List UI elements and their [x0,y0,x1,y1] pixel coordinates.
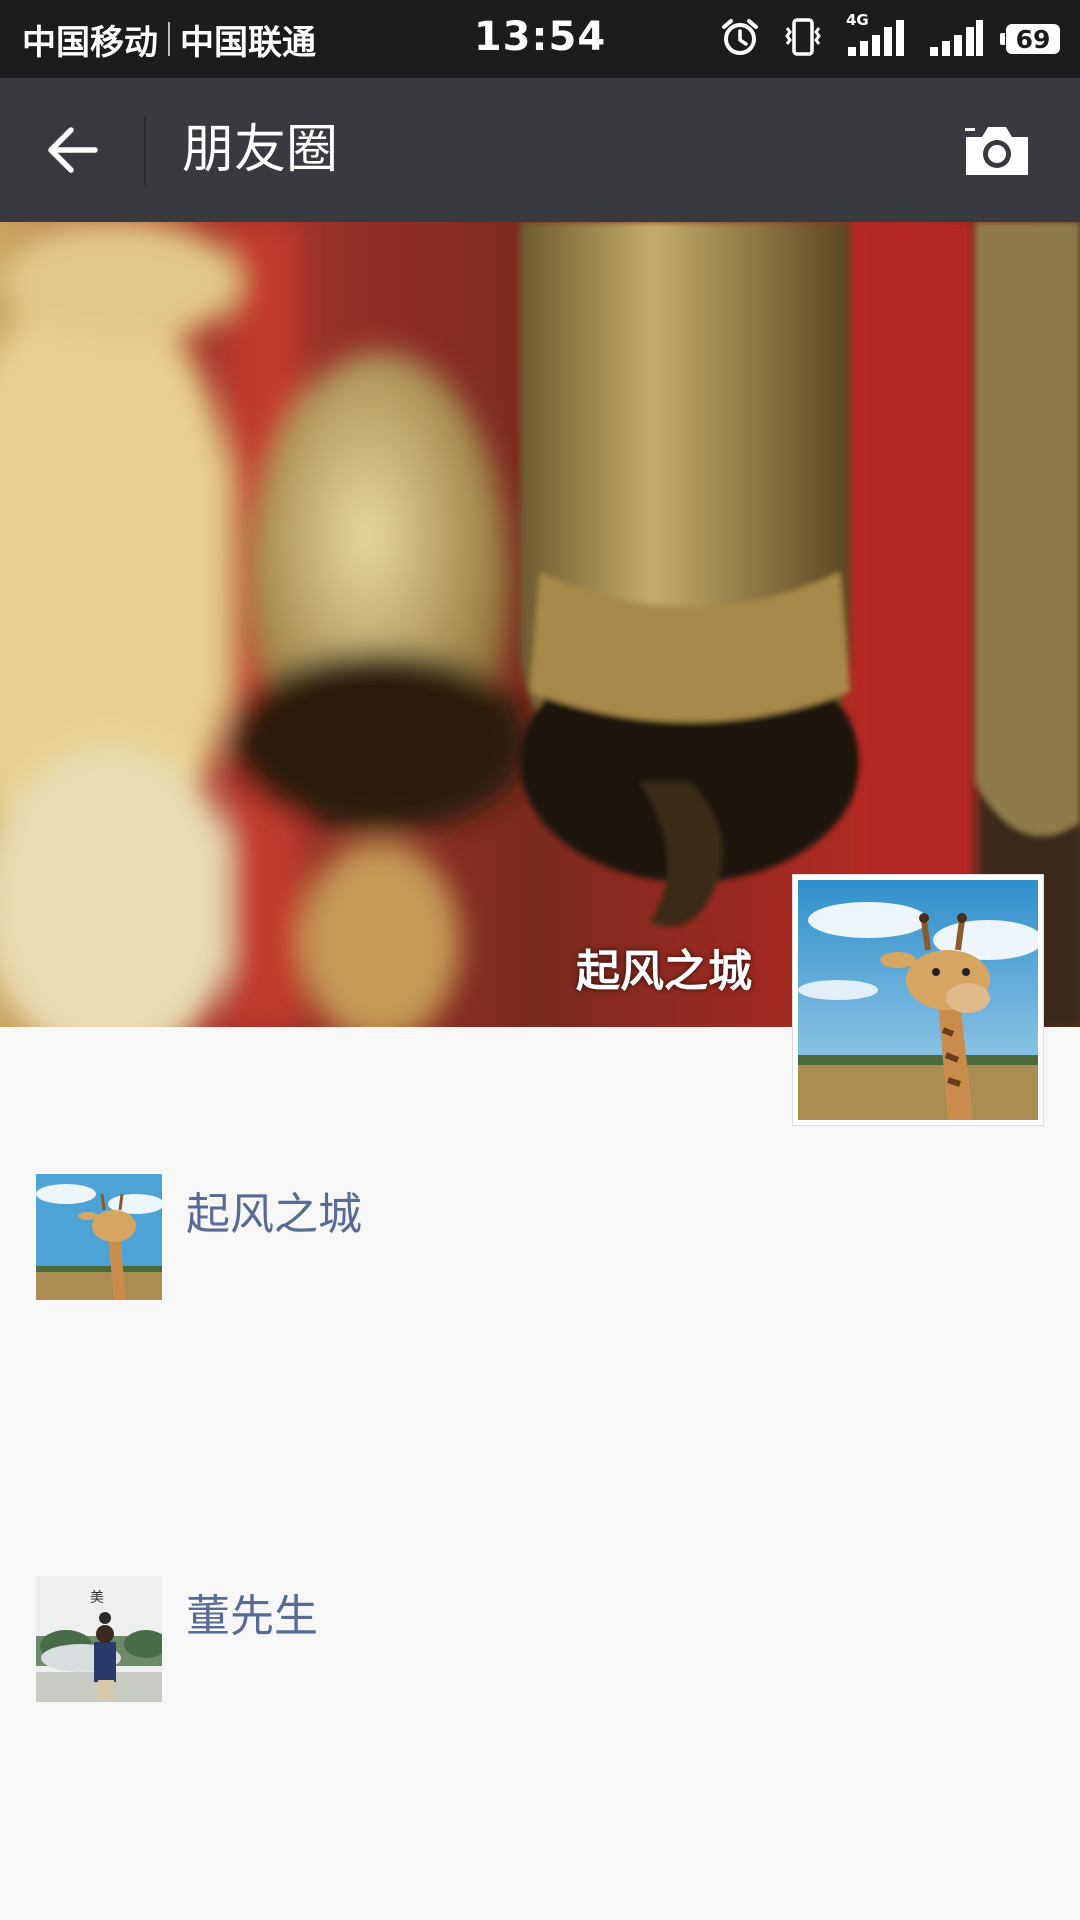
person-avatar-image: 美 [36,1576,162,1702]
post-author-name[interactable]: 起风之城 [186,1178,362,1242]
back-arrow-icon [48,127,98,173]
giraffe-avatar-image [36,1174,162,1300]
status-bar: 中国移动 中国联通 13:54 4G 69 [0,0,1080,78]
network-type: 4G [846,11,869,29]
camera-icon [965,127,1028,175]
status-icons: 4G 69 [720,11,1060,62]
signal-4g-icon: 4G [846,11,906,61]
battery-icon: 69 [1000,24,1060,54]
camera-button[interactable] [954,118,1040,184]
cover-avatar[interactable] [792,874,1044,1126]
page-title: 朋友圈 [182,120,339,180]
battery-level: 69 [1015,24,1051,54]
post-author-name[interactable]: 董先生 [186,1580,318,1644]
vibrate-icon [782,16,824,62]
title-bar: 朋友圈 [0,78,1080,222]
cover-user-name[interactable]: 起风之城 [576,935,752,999]
giraffe-avatar-image [798,880,1043,1120]
svg-text:美: 美 [90,1590,104,1606]
title-divider [144,116,146,186]
avatar[interactable] [36,1174,162,1300]
alarm-icon [720,17,760,61]
back-button[interactable] [30,110,116,190]
signal-icon [928,17,984,61]
avatar[interactable]: 美 [36,1576,162,1702]
